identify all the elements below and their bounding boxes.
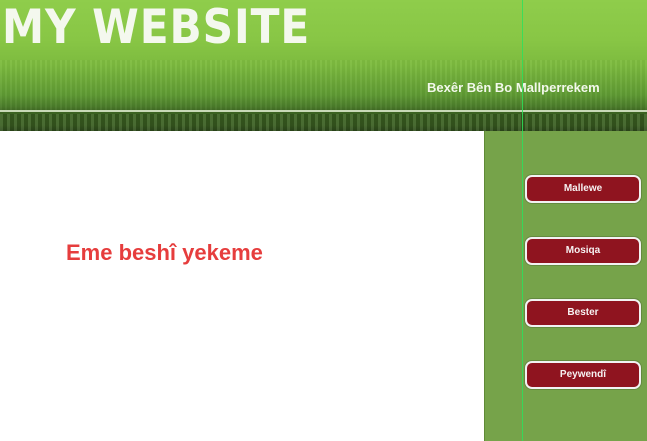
- nav-button-bester[interactable]: Bester: [525, 299, 641, 327]
- main-content: Eme beshî yekeme: [0, 131, 484, 441]
- site-title: MY WEBSITE: [2, 0, 311, 55]
- site-tagline: Bexêr Bên Bo Mallperrekem: [427, 80, 600, 95]
- nav-button-mallewe[interactable]: Mallewe: [525, 175, 641, 203]
- vertical-guide-line: [522, 0, 523, 441]
- nav-button-mosiqa[interactable]: Mosiqa: [525, 237, 641, 265]
- site-header: MY WEBSITE Bexêr Bên Bo Mallperrekem: [0, 0, 647, 131]
- header-divider: [0, 110, 647, 112]
- page-heading: Eme beshî yekeme: [66, 240, 263, 265]
- sidebar-nav: Mallewe Mosiqa Bester Peywendî: [484, 131, 647, 441]
- nav-button-peywendi[interactable]: Peywendî: [525, 361, 641, 389]
